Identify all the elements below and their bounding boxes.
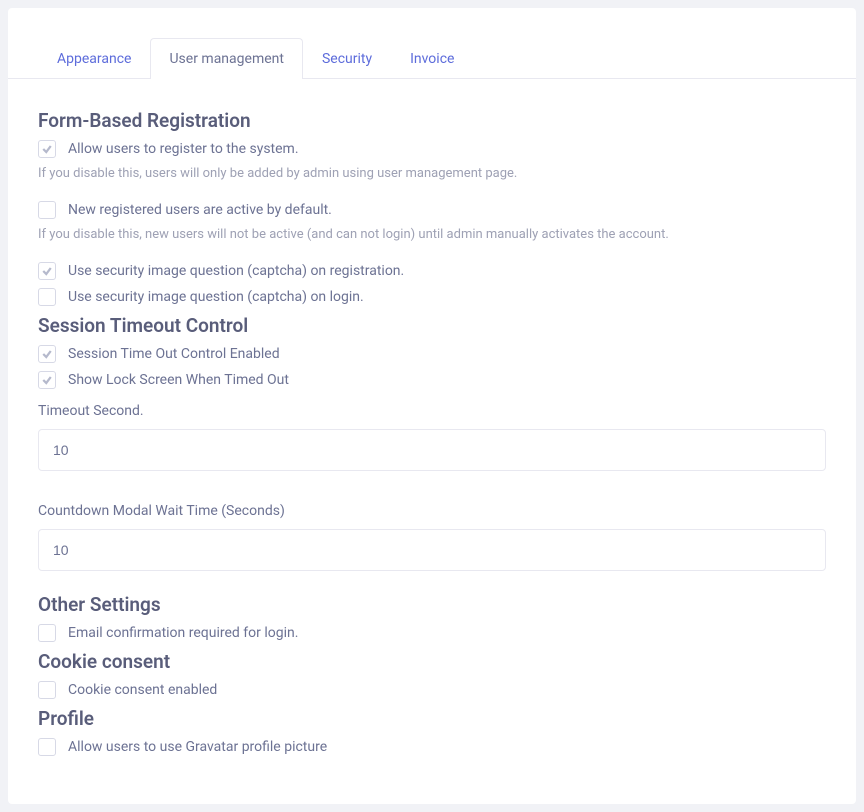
email-confirm-row: Email confirmation required for login. (38, 624, 826, 642)
tab-content: Form-Based Registration Allow users to r… (8, 79, 856, 804)
check-icon (41, 374, 53, 386)
captcha-register-label[interactable]: Use security image question (captcha) on… (68, 263, 404, 279)
form-registration-heading: Form-Based Registration (38, 109, 826, 132)
tab-appearance[interactable]: Appearance (38, 38, 150, 79)
gravatar-row: Allow users to use Gravatar profile pict… (38, 738, 826, 756)
gravatar-label[interactable]: Allow users to use Gravatar profile pict… (68, 739, 327, 755)
cookie-consent-checkbox[interactable] (38, 681, 56, 699)
tabs-nav: Appearance User management Security Invo… (8, 8, 856, 79)
check-icon (41, 348, 53, 360)
allow-register-label[interactable]: Allow users to register to the system. (68, 141, 299, 157)
active-default-checkbox[interactable] (38, 201, 56, 219)
gravatar-checkbox[interactable] (38, 738, 56, 756)
email-confirm-checkbox[interactable] (38, 624, 56, 642)
countdown-input[interactable] (38, 529, 826, 571)
captcha-login-row: Use security image question (captcha) on… (38, 288, 826, 306)
countdown-label: Countdown Modal Wait Time (Seconds) (38, 503, 826, 519)
allow-register-checkbox[interactable] (38, 140, 56, 158)
cookie-consent-label[interactable]: Cookie consent enabled (68, 682, 217, 698)
other-settings-heading: Other Settings (38, 593, 826, 616)
session-enabled-checkbox[interactable] (38, 345, 56, 363)
lock-screen-checkbox[interactable] (38, 371, 56, 389)
active-default-row: New registered users are active by defau… (38, 201, 826, 219)
session-enabled-label[interactable]: Session Time Out Control Enabled (68, 346, 280, 362)
lock-screen-label[interactable]: Show Lock Screen When Timed Out (68, 372, 289, 388)
captcha-login-checkbox[interactable] (38, 288, 56, 306)
captcha-register-checkbox[interactable] (38, 262, 56, 280)
allow-register-row: Allow users to register to the system. (38, 140, 826, 158)
captcha-login-label[interactable]: Use security image question (captcha) on… (68, 289, 364, 305)
profile-heading: Profile (38, 707, 826, 730)
timeout-second-label: Timeout Second. (38, 403, 826, 419)
tab-invoice[interactable]: Invoice (391, 38, 473, 79)
settings-card: Appearance User management Security Invo… (8, 8, 856, 804)
check-icon (41, 265, 53, 277)
tab-user-management[interactable]: User management (150, 38, 302, 79)
cookie-consent-heading: Cookie consent (38, 650, 826, 673)
cookie-consent-row: Cookie consent enabled (38, 681, 826, 699)
allow-register-help: If you disable this, users will only be … (38, 166, 826, 181)
active-default-label[interactable]: New registered users are active by defau… (68, 202, 332, 218)
timeout-second-input[interactable] (38, 429, 826, 471)
active-default-help: If you disable this, new users will not … (38, 227, 826, 242)
session-enabled-row: Session Time Out Control Enabled (38, 345, 826, 363)
lock-screen-row: Show Lock Screen When Timed Out (38, 371, 826, 389)
captcha-register-row: Use security image question (captcha) on… (38, 262, 826, 280)
tab-security[interactable]: Security (303, 38, 391, 79)
session-timeout-heading: Session Timeout Control (38, 314, 826, 337)
email-confirm-label[interactable]: Email confirmation required for login. (68, 625, 298, 641)
check-icon (41, 143, 53, 155)
